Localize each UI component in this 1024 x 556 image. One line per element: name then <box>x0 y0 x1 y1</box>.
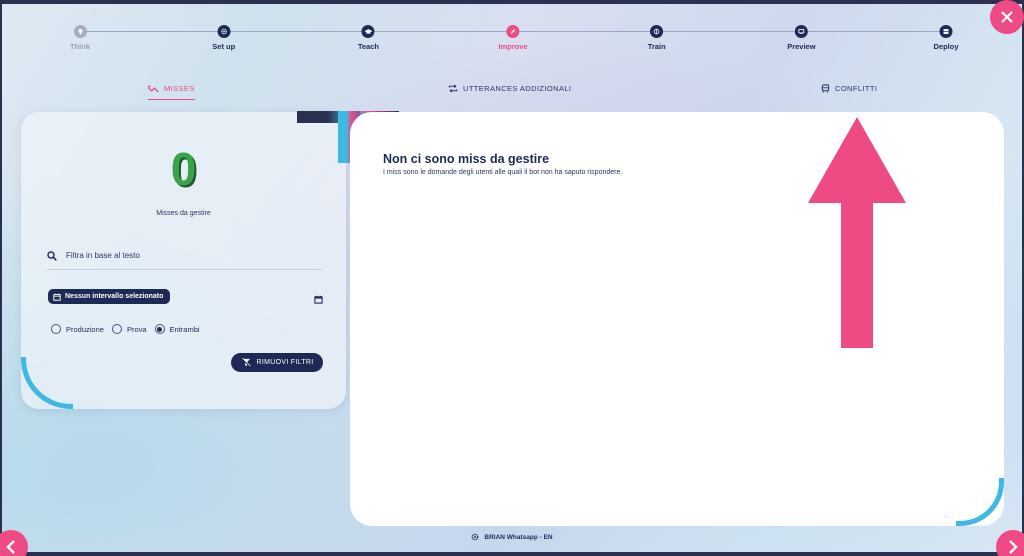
radio-label: Prova <box>126 324 147 334</box>
trend-icon <box>148 85 159 92</box>
tab-label: CONFLITTI <box>835 84 878 93</box>
radio-label: Entrambi <box>169 324 200 334</box>
search-field <box>47 248 322 270</box>
step-label: Deploy <box>933 42 959 51</box>
remove-filters-button[interactable]: RIMUOVI FILTRI <box>231 353 323 372</box>
server-icon <box>939 25 953 38</box>
misses-count-label: Misses da gestire <box>156 210 211 217</box>
step-deploy[interactable]: Deploy <box>933 25 959 51</box>
search-input[interactable] <box>66 251 306 260</box>
radio-circle <box>51 324 61 334</box>
calendar-icon <box>53 293 61 301</box>
empty-state-subtitle: I miss sono le domande degli utenti alle… <box>383 169 623 176</box>
step-label: Improve <box>498 42 528 51</box>
radio-entrambi[interactable]: Entrambi <box>154 324 200 334</box>
pencil-icon <box>506 25 520 38</box>
search-icon <box>47 250 57 261</box>
gear-icon <box>472 533 479 541</box>
bot-name: BRIAN Whatsapp - EN <box>484 533 553 541</box>
step-preview[interactable]: Preview <box>787 25 816 51</box>
step-improve[interactable]: Improve <box>498 25 528 51</box>
section-tabs: MISSES UTTERANCES ADDIZIONALI CONFLITTI <box>2 84 1022 108</box>
step-teach[interactable]: Teach <box>358 25 379 51</box>
lightbulb-icon <box>73 25 87 38</box>
tab-label: UTTERANCES ADDIZIONALI <box>463 84 572 93</box>
step-label: Teach <box>357 42 379 51</box>
chevron-left-icon <box>6 540 15 554</box>
tab-utterances[interactable]: UTTERANCES ADDIZIONALI <box>448 84 571 99</box>
step-train[interactable]: Train <box>648 25 666 51</box>
chevron-right-icon <box>1009 540 1018 554</box>
radio-label: Produzione <box>66 324 104 334</box>
next-button[interactable] <box>996 530 1024 556</box>
calendar-picker-icon[interactable] <box>314 291 323 309</box>
radio-circle-checked <box>154 324 165 334</box>
filters-card: 0 Misses da gestire Nessun intervallo se… <box>21 112 346 409</box>
arrow-up-icon <box>808 117 906 348</box>
filter-off-icon <box>240 358 251 367</box>
bot-footer: BRIAN Whatsapp - EN <box>2 533 1022 541</box>
misses-content-panel: Non ci sono miss da gestire I miss sono … <box>350 112 1004 526</box>
environment-radio-group: Produzione Prova Entrambi <box>51 324 200 334</box>
train-icon <box>821 84 830 93</box>
step-set-up[interactable]: Set up <box>212 25 235 51</box>
step-label: Set up <box>212 42 236 51</box>
tab-misses[interactable]: MISSES <box>148 84 195 100</box>
date-range-row: Nessun intervallo selezionato <box>48 289 323 305</box>
remove-filters-label: RIMUOVI FILTRI <box>256 359 314 366</box>
empty-state-title: Non ci sono miss da gestire <box>383 152 550 166</box>
close-icon <box>1001 11 1013 23</box>
gear-icon <box>217 25 231 38</box>
app-frame: Think Set up Teach Improve Train Preview… <box>2 4 1022 552</box>
step-label: Preview <box>787 42 816 51</box>
radio-produzione[interactable]: Produzione <box>51 324 104 334</box>
wizard-stepper: Think Set up Teach Improve Train Preview… <box>70 25 959 55</box>
date-range-chip[interactable]: Nessun intervallo selezionato <box>48 289 171 304</box>
graduation-cap-icon <box>361 25 375 38</box>
repeat-icon <box>448 84 458 93</box>
decorative-arc <box>21 357 73 409</box>
radio-circle <box>111 324 122 334</box>
step-label: Train <box>647 42 666 51</box>
step-think[interactable]: Think <box>70 25 90 51</box>
monitor-icon <box>794 25 808 38</box>
tab-conflicts[interactable]: CONFLITTI <box>821 84 877 99</box>
step-label: Think <box>70 42 90 51</box>
brain-icon <box>650 25 664 38</box>
date-range-label: Nessun intervallo selezionato <box>65 293 164 300</box>
close-button[interactable] <box>990 0 1024 34</box>
misses-count: 0 <box>170 143 197 195</box>
radio-prova[interactable]: Prova <box>111 324 147 334</box>
tab-label: MISSES <box>164 84 195 93</box>
decorative-arc <box>956 478 1004 526</box>
